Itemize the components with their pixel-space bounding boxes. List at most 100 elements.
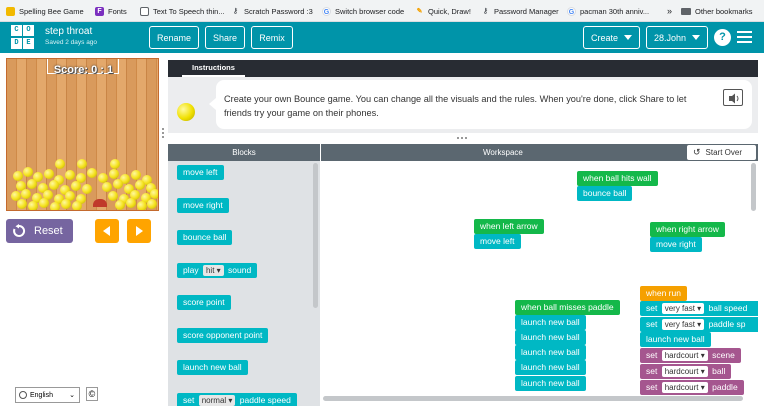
ball — [17, 199, 27, 209]
toolbox-block-move-left[interactable]: move left — [177, 165, 224, 180]
scene-dropdown[interactable]: hardcourt ▾ — [661, 350, 708, 361]
block-set-ball-speed[interactable]: set very fast ▾ ball speed — [640, 301, 758, 316]
bookmark-text-to-speech[interactable]: Text To Speech thin... — [140, 4, 225, 18]
sound-dropdown[interactable]: hit ▾ — [202, 265, 224, 276]
toolbox-block-move-right[interactable]: move right — [177, 198, 229, 213]
ball — [150, 189, 158, 199]
block-set-ball[interactable]: set hardcourt ▾ ball — [640, 364, 732, 379]
ball — [115, 200, 125, 210]
ball-dropdown[interactable]: hardcourt ▾ — [661, 366, 708, 377]
bookmark-label: Text To Speech thin... — [153, 6, 225, 16]
block-label: paddle speed — [239, 395, 291, 405]
bookmark-spelling-bee[interactable]: Spelling Bee Game — [6, 4, 84, 18]
left-arrow-button[interactable] — [95, 219, 119, 243]
block-launch-new-ball[interactable]: launch new ball — [515, 376, 586, 391]
app-header: C O D E step throat Saved 2 days ago Ren… — [0, 22, 764, 53]
block-set-scene[interactable]: set hardcourt ▾ scene — [640, 348, 741, 363]
hamburger-menu-icon[interactable] — [737, 31, 752, 44]
vertical-resize-handle[interactable] — [162, 128, 165, 140]
bookmark-password-manager[interactable]: ⚷ Password Manager — [481, 4, 559, 18]
rename-button[interactable]: Rename — [149, 26, 199, 49]
resize-handle[interactable] — [457, 137, 469, 140]
dropdown-value: hardcourt — [664, 351, 699, 360]
workspace-horizontal-scrollbar[interactable] — [323, 396, 743, 401]
ball — [113, 179, 123, 189]
tab-instructions[interactable]: Instructions — [182, 60, 245, 77]
bookmark-scratch-password[interactable]: ⚷ Scratch Password :3 — [231, 4, 313, 18]
block-bounce-ball[interactable]: bounce ball — [577, 186, 633, 201]
block-label: launch new ball — [521, 317, 580, 327]
block-launch-new-ball[interactable]: launch new ball — [515, 360, 586, 375]
dropdown-value: very fast — [664, 320, 695, 329]
bookmarks-overflow-button[interactable]: » — [667, 4, 672, 18]
instructions-text: Create your own Bounce game. You can cha… — [224, 94, 687, 118]
event-block-ball-hits-wall[interactable]: when ball hits wall — [577, 171, 658, 186]
block-label: sound — [228, 265, 252, 275]
event-block-ball-misses-paddle[interactable]: when ball misses paddle — [515, 300, 620, 315]
event-block-right-arrow[interactable]: when right arrow — [650, 222, 725, 237]
toolbox-block-bounce-ball[interactable]: bounce ball — [177, 230, 233, 245]
speed-dropdown[interactable]: normal ▾ — [198, 395, 236, 406]
dropdown-value: very fast — [664, 304, 695, 313]
bookmark-fonts[interactable]: F Fonts — [95, 4, 127, 18]
toolbox-block-score-opponent-point[interactable]: score opponent point — [177, 328, 269, 343]
block-launch-new-ball[interactable]: launch new ball — [515, 330, 586, 345]
block-launch-new-ball[interactable]: launch new ball — [640, 332, 711, 347]
right-arrow-button[interactable] — [127, 219, 151, 243]
event-block-left-arrow[interactable]: when left arrow — [474, 219, 544, 234]
bookmark-label: pacman 30th anniv... — [580, 6, 650, 16]
toolbox-block-score-point[interactable]: score point — [177, 295, 231, 310]
ball — [49, 180, 59, 190]
block-label: ball — [712, 366, 726, 376]
undo-icon: ↺ — [693, 147, 701, 157]
bookmark-other[interactable]: Other bookmarks — [681, 4, 753, 18]
workspace-canvas[interactable]: when ball hits wall bounce ball when lef… — [321, 161, 758, 406]
text-to-speech-button[interactable] — [723, 89, 743, 106]
instructions-bubble: Create your own Bounce game. You can cha… — [209, 80, 752, 129]
reset-button[interactable]: Reset — [6, 219, 73, 243]
block-move-left[interactable]: move left — [474, 234, 521, 249]
block-set-paddle[interactable]: set hardcourt ▾ paddle — [640, 380, 744, 395]
ball — [87, 168, 97, 178]
speed-dropdown[interactable]: very fast ▾ — [661, 319, 705, 330]
block-label: launch new ball — [521, 347, 580, 357]
bookmark-quick-draw[interactable]: ✎ Quick, Draw! — [415, 4, 471, 18]
block-set-paddle-speed[interactable]: set very fast ▾ paddle sp — [640, 317, 758, 332]
block-label: score opponent point — [183, 330, 263, 340]
block-move-right[interactable]: move right — [650, 237, 702, 252]
user-menu-dropdown[interactable]: 28.John — [646, 26, 708, 49]
toolbox-block-set-paddle-speed[interactable]: set normal ▾ paddle speed — [177, 393, 297, 406]
paddle-dropdown[interactable]: hardcourt ▾ — [661, 382, 708, 393]
create-dropdown[interactable]: Create — [583, 26, 640, 49]
block-launch-new-ball[interactable]: launch new ball — [515, 345, 586, 360]
ball — [72, 201, 82, 210]
dropdown-value: hardcourt — [664, 383, 699, 392]
share-button[interactable]: Share — [205, 26, 245, 49]
ball — [82, 184, 92, 194]
event-block-when-run[interactable]: when run — [640, 286, 687, 301]
help-button[interactable]: ? — [714, 29, 731, 46]
toolbox-block-play-sound[interactable]: play hit ▾ sound — [177, 263, 258, 278]
bubble-pointer — [209, 98, 216, 110]
chevron-down-icon: ⌄ — [69, 392, 75, 399]
ball — [71, 181, 81, 191]
logo-letter: E — [23, 38, 34, 49]
score-text: Score: 0 : 1 — [53, 64, 114, 76]
start-over-button[interactable]: ↺ Start Over — [687, 145, 756, 160]
bookmark-switch-browser[interactable]: G Switch browser code — [322, 4, 404, 18]
dropdown-value: normal — [201, 396, 227, 405]
copyright-button[interactable]: © — [86, 387, 98, 401]
game-canvas[interactable]: Score: 0 : 1 — [6, 58, 159, 211]
block-label: set — [183, 395, 195, 405]
bookmark-pacman[interactable]: G pacman 30th anniv... — [567, 4, 649, 18]
block-label: bounce ball — [183, 232, 227, 242]
block-launch-new-ball[interactable]: launch new ball — [515, 315, 586, 330]
toolbox-scrollbar[interactable] — [313, 163, 318, 308]
toolbox-block-launch-new-ball[interactable]: launch new ball — [177, 360, 248, 375]
speed-dropdown[interactable]: very fast ▾ — [661, 303, 705, 314]
language-select[interactable]: English ⌄ — [15, 387, 80, 403]
remix-button[interactable]: Remix — [251, 26, 293, 49]
block-label: when ball hits wall — [583, 173, 652, 183]
workspace-vertical-scrollbar[interactable] — [751, 163, 756, 211]
ball — [110, 159, 120, 169]
